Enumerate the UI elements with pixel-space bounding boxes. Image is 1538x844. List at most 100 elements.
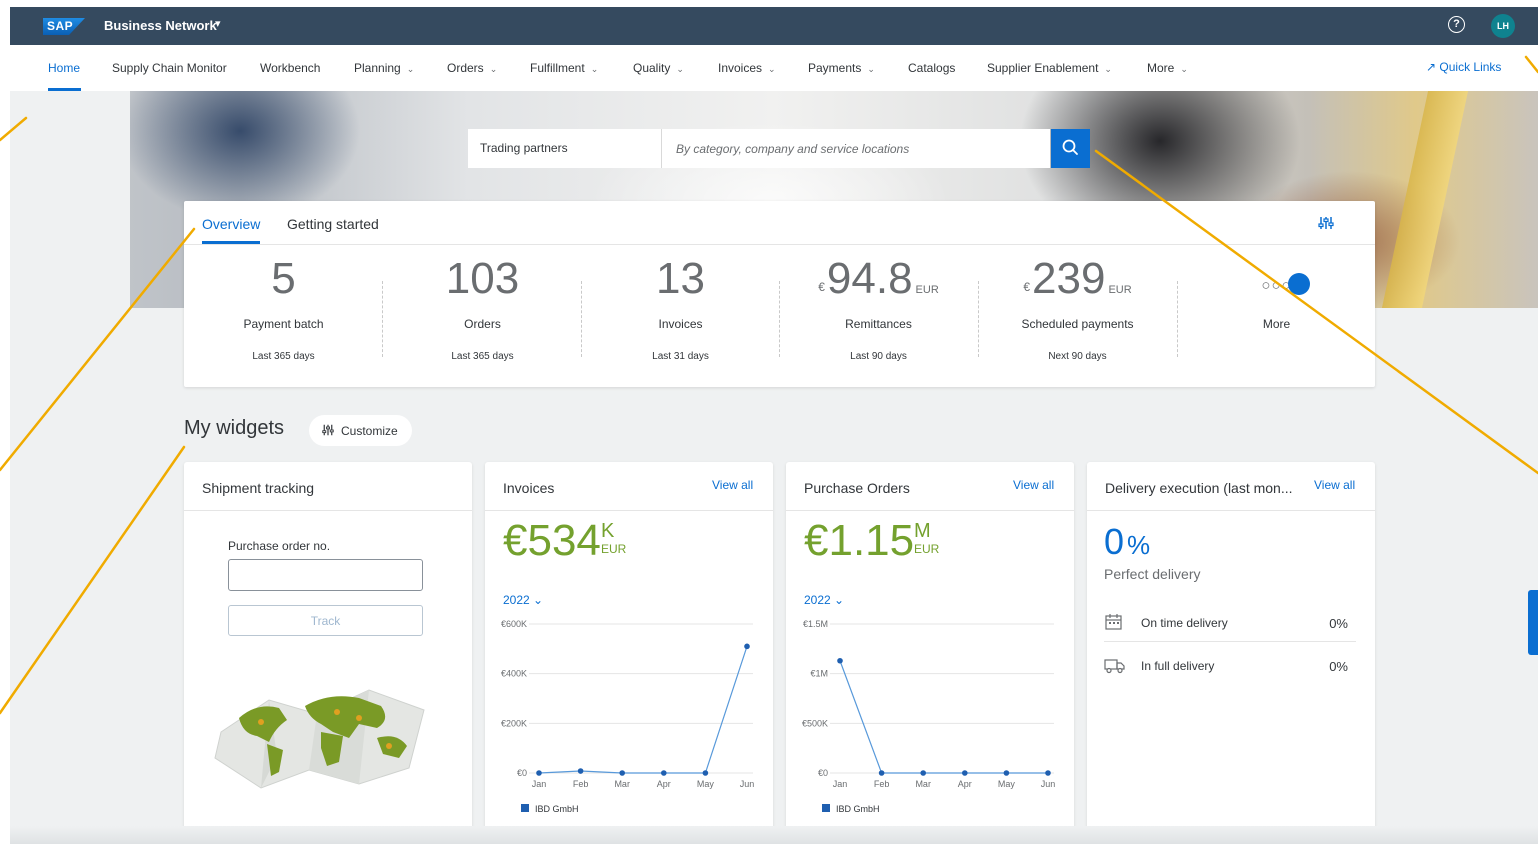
nav-item-more[interactable]: More ⌄ bbox=[1147, 61, 1188, 75]
kpi-scheduled-payments[interactable]: €239 EUR Scheduled payments Next 90 days bbox=[978, 253, 1177, 378]
nav-item-supplier-enablement[interactable]: Supplier Enablement ⌄ bbox=[987, 61, 1112, 75]
widgets-title: My widgets bbox=[184, 417, 285, 439]
x-tick-label: Feb bbox=[573, 779, 589, 789]
tab-overview[interactable]: Overview bbox=[202, 216, 260, 232]
legend-label: IBD GmbH bbox=[535, 804, 579, 814]
x-tick-label: May bbox=[998, 779, 1016, 789]
side-feedback-tab[interactable] bbox=[1528, 590, 1538, 655]
kpi-period: Last 31 days bbox=[652, 351, 709, 362]
kpi-payment-batch[interactable]: 5 Payment batch Last 365 days bbox=[184, 253, 383, 378]
data-point bbox=[1045, 770, 1051, 776]
avatar[interactable]: LH bbox=[1491, 14, 1515, 38]
invoices-widget: Invoices View all €534 K EUR 2022 ⌄ €0 €2… bbox=[485, 462, 773, 837]
purchase-orders-line-chart: €0 €500K €1M €1.5M Jan Feb Mar Apr May Jun IBD Gmb… bbox=[802, 619, 1055, 814]
kpi-remittances[interactable]: €94.8 EUR Remittances Last 90 days bbox=[779, 253, 978, 378]
search-icon bbox=[1062, 139, 1078, 155]
track-button[interactable]: Track bbox=[228, 605, 423, 636]
data-point bbox=[702, 770, 709, 776]
kpi-invoices[interactable]: 13 Invoices Last 31 days bbox=[581, 253, 780, 378]
divider bbox=[1104, 641, 1356, 642]
widget-title: Delivery execution (last mon... bbox=[1105, 480, 1293, 496]
y-tick-label: €1.5M bbox=[803, 619, 828, 629]
kpi-label: Remittances bbox=[845, 317, 912, 331]
customize-button[interactable]: Customize bbox=[309, 415, 412, 446]
kpi-label: More bbox=[1262, 317, 1291, 331]
kpi-orders[interactable]: 103 Orders Last 365 days bbox=[383, 253, 582, 378]
nav-item-invoices[interactable]: Invoices ⌄ bbox=[718, 61, 776, 75]
divider bbox=[184, 244, 1375, 245]
hero-left-area bbox=[10, 91, 130, 308]
purchase-orders-view-all-link[interactable]: View all bbox=[1013, 478, 1054, 492]
widget-title: Shipment tracking bbox=[202, 480, 315, 496]
sap-logo[interactable]: SAP bbox=[43, 18, 85, 35]
legend-swatch bbox=[521, 804, 529, 812]
nav-item-quality[interactable]: Quality ⌄ bbox=[633, 61, 684, 75]
world-map-illustration bbox=[214, 689, 425, 789]
data-point bbox=[744, 643, 750, 650]
nav-item-catalogs[interactable]: Catalogs bbox=[908, 61, 955, 75]
on-time-delivery-row: On time delivery 0% bbox=[1104, 612, 1356, 634]
x-tick-label: May bbox=[697, 779, 715, 789]
x-tick-label: Jun bbox=[740, 779, 755, 789]
kpi-more[interactable]: ○○○ More bbox=[1177, 253, 1376, 378]
truck-icon bbox=[1104, 659, 1125, 674]
perfect-delivery-percent: 0% bbox=[1104, 521, 1151, 562]
po-number-label: Purchase order no. bbox=[228, 539, 331, 553]
sliders-icon[interactable] bbox=[1318, 215, 1334, 236]
data-point bbox=[536, 770, 542, 776]
nav-item-supply-chain-monitor[interactable]: Supply Chain Monitor bbox=[112, 61, 227, 75]
kpi-period: Last 365 days bbox=[252, 351, 315, 362]
chevron-down-icon: ⌄ bbox=[533, 593, 544, 607]
data-point bbox=[878, 770, 885, 776]
search-button[interactable] bbox=[1051, 129, 1090, 168]
y-tick-label: €400K bbox=[501, 669, 527, 679]
nav-item-orders[interactable]: Orders ⌄ bbox=[447, 61, 497, 75]
data-point bbox=[661, 770, 667, 776]
chevron-down-icon: ⌄ bbox=[676, 64, 684, 74]
purchase-orders-widget: Purchase Orders View all €1.15 M EUR 202… bbox=[786, 462, 1074, 837]
chevron-down-icon[interactable]: ▾ bbox=[215, 17, 221, 30]
nav-item-workbench[interactable]: Workbench bbox=[260, 61, 320, 75]
year-select[interactable]: 2022 ⌄ bbox=[503, 593, 543, 607]
chevron-down-icon: ⌄ bbox=[1180, 64, 1188, 74]
perfect-delivery-label: Perfect delivery bbox=[1104, 566, 1201, 582]
series-line bbox=[538, 646, 748, 774]
widget-title: Invoices bbox=[503, 480, 555, 496]
po-number-input[interactable] bbox=[228, 559, 423, 591]
year-select[interactable]: 2022 ⌄ bbox=[804, 593, 844, 607]
kpi-period: Next 90 days bbox=[1048, 351, 1107, 362]
app-frame: SAP Business Network ▾ ? LH Home Supply … bbox=[10, 7, 1538, 844]
shell-bar: SAP Business Network ▾ ? LH bbox=[10, 7, 1538, 45]
kpi-period: Last 365 days bbox=[451, 351, 514, 362]
value-magnitude: M bbox=[914, 520, 931, 542]
chevron-down-icon: ⌄ bbox=[1104, 64, 1112, 74]
data-point bbox=[577, 768, 584, 774]
nav-item-home[interactable]: Home bbox=[48, 61, 80, 75]
divider bbox=[786, 510, 1074, 511]
chevron-down-icon: ⌄ bbox=[406, 64, 415, 74]
search-scope-select[interactable]: Trading partners bbox=[468, 129, 662, 168]
notification-badge bbox=[1288, 273, 1310, 295]
nav-item-planning[interactable]: Planning ⌄ bbox=[354, 61, 414, 75]
help-circle-icon[interactable]: ? bbox=[1448, 16, 1465, 33]
y-tick-label: €1M bbox=[810, 669, 828, 679]
main-navigation: Home Supply Chain Monitor Workbench Plan… bbox=[10, 45, 1538, 91]
quick-links-button[interactable]: ↗ Quick Links bbox=[1426, 60, 1501, 74]
tab-getting-started[interactable]: Getting started bbox=[287, 216, 379, 232]
nav-item-payments[interactable]: Payments ⌄ bbox=[808, 61, 875, 75]
trading-partner-search: Trading partners bbox=[468, 129, 1100, 168]
product-switcher-title[interactable]: Business Network bbox=[104, 18, 217, 33]
value-currency: EUR bbox=[601, 542, 627, 556]
y-tick-label: €200K bbox=[501, 718, 527, 728]
value-magnitude: K bbox=[601, 520, 615, 542]
purchase-orders-total-value: €1.15 bbox=[804, 516, 915, 565]
nav-item-fulfillment[interactable]: Fulfillment ⌄ bbox=[530, 61, 598, 75]
data-point bbox=[920, 770, 926, 776]
delivery-view-all-link[interactable]: View all bbox=[1314, 478, 1355, 492]
search-input[interactable] bbox=[662, 129, 1050, 168]
data-point bbox=[1003, 770, 1010, 776]
divider bbox=[1087, 510, 1375, 511]
invoices-view-all-link[interactable]: View all bbox=[712, 478, 753, 492]
invoices-line-chart: €0 €200K €400K €600K Jan Feb Mar Apr May Jun IBD G… bbox=[501, 619, 755, 814]
kpi-label: Scheduled payments bbox=[1021, 317, 1134, 331]
